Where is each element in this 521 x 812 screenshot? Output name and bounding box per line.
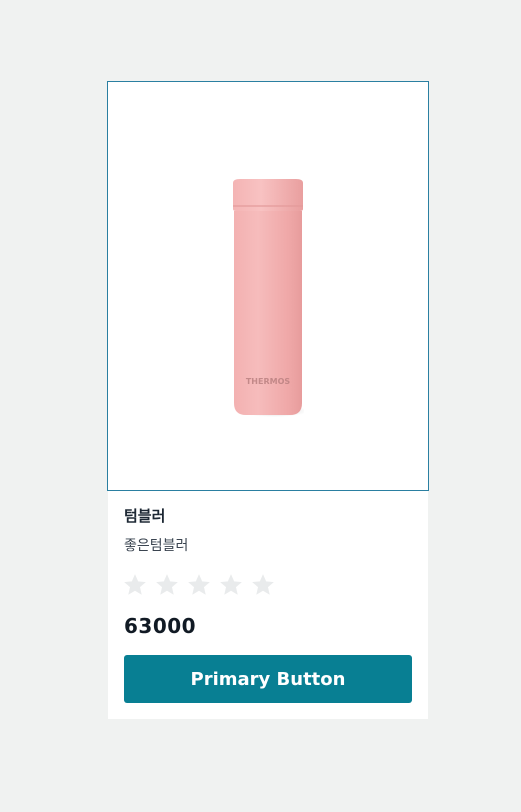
star-icon[interactable] xyxy=(122,572,148,598)
star-icon[interactable] xyxy=(218,572,244,598)
product-image: THERMOS xyxy=(233,179,304,417)
product-price: 63000 xyxy=(124,614,197,638)
star-icon[interactable] xyxy=(154,572,180,598)
primary-button[interactable]: Primary Button xyxy=(124,655,412,703)
product-name: 텀블러 xyxy=(124,507,166,525)
rating-stars[interactable] xyxy=(122,572,276,598)
brand-text: THERMOS xyxy=(246,377,291,386)
product-image-frame[interactable]: THERMOS xyxy=(107,81,429,491)
star-icon[interactable] xyxy=(186,572,212,598)
star-icon[interactable] xyxy=(250,572,276,598)
product-card: THERMOS 텀블러 좋은텀블러 63000 Primary Button xyxy=(107,81,429,719)
product-description: 좋은텀블러 xyxy=(124,538,189,554)
